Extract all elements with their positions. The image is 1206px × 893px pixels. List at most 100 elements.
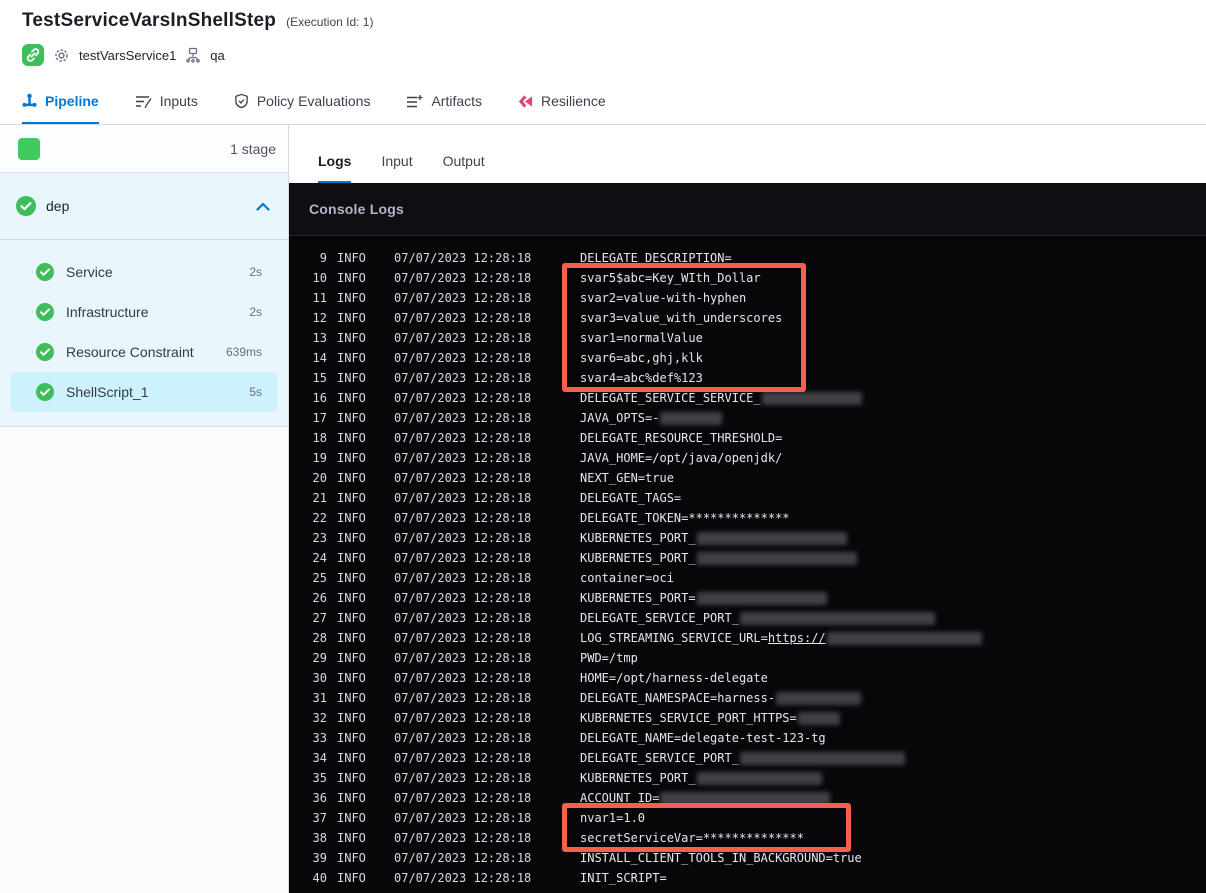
success-check-icon (36, 263, 54, 281)
log-level: INFO (337, 811, 366, 825)
tab-output[interactable]: Output (443, 153, 485, 183)
log-message: svar3=value_with_underscores (580, 311, 782, 325)
environment-name[interactable]: qa (210, 48, 224, 63)
log-level: INFO (337, 491, 366, 505)
log-line: 24 INFO 07/07/2023 12:28:18 KUBERNETES_PORT… (289, 548, 1206, 568)
log-line: 25 INFO 07/07/2023 12:28:18 container=oci (289, 568, 1206, 588)
chevron-up-icon[interactable] (256, 202, 270, 211)
log-message: KUBERNETES_SERVICE_PORT_HTTPS= (580, 711, 840, 725)
log-timestamp: 07/07/2023 12:28:18 (394, 291, 532, 305)
tab-artifacts[interactable]: Artifacts (406, 82, 482, 124)
log-line-number: 29 (312, 651, 327, 665)
tab-policy-evaluations[interactable]: Policy Evaluations (234, 82, 371, 124)
log-line: 19 INFO 07/07/2023 12:28:18 JAVA_HOME=/opt/… (289, 448, 1206, 468)
artifacts-icon (406, 94, 423, 108)
log-timestamp: 07/07/2023 12:28:18 (394, 751, 532, 765)
log-text: JAVA_HOME=/opt/java/openjdk/ (580, 451, 783, 465)
step-row-infrastructure[interactable]: Infrastructure 2s (10, 292, 278, 332)
log-text: container=oci (580, 571, 674, 585)
log-line: 12 INFO 07/07/2023 12:28:18 svar3=value_wit… (289, 308, 1206, 328)
log-text: KUBERNETES_SERVICE_PORT_HTTPS= (580, 711, 797, 725)
log-line: 38 INFO 07/07/2023 12:28:18 secretServiceVa… (289, 828, 1206, 848)
log-level: INFO (337, 791, 366, 805)
log-timestamp: 07/07/2023 12:28:18 (394, 811, 532, 825)
gear-icon[interactable] (53, 47, 70, 64)
log-level: INFO (337, 311, 366, 325)
log-line-number: 12 (312, 311, 327, 325)
tab-resilience[interactable]: Resilience (518, 82, 606, 124)
log-line-number: 25 (312, 571, 327, 585)
log-timestamp: 07/07/2023 12:28:18 (394, 351, 532, 365)
tab-pipeline[interactable]: Pipeline (22, 82, 99, 124)
log-line: 34 INFO 07/07/2023 12:28:18 DELEGATE_SERVIC… (289, 748, 1206, 768)
tab-logs[interactable]: Logs (318, 153, 352, 183)
log-message: DELEGATE_SERVICE_SERVICE_ (580, 391, 862, 405)
step-label: Service (66, 264, 113, 280)
log-level: INFO (337, 391, 366, 405)
pipeline-icon (22, 93, 37, 109)
log-text: DELEGATE_DESCRIPTION= (580, 251, 732, 265)
log-level: INFO (337, 611, 366, 625)
log-timestamp: 07/07/2023 12:28:18 (394, 731, 532, 745)
stage-status-square[interactable] (18, 137, 40, 160)
log-line-number: 11 (312, 291, 327, 305)
console-log-list[interactable]: 9 INFO 07/07/2023 12:28:18 DELEGATE_DESCRIP… (289, 236, 1206, 893)
log-line: 18 INFO 07/07/2023 12:28:18 DELEGATE_RESOUR… (289, 428, 1206, 448)
log-line-number: 15 (312, 371, 327, 385)
log-line-number: 23 (312, 531, 327, 545)
stage-group-label: dep (46, 198, 70, 214)
log-line: 11 INFO 07/07/2023 12:28:18 svar2=value-wit… (289, 288, 1206, 308)
log-line: 9 INFO 07/07/2023 12:28:18 DELEGATE_DESCRIP… (289, 248, 1206, 268)
log-line-number: 21 (312, 491, 327, 505)
stage-count-label: 1 stage (230, 140, 276, 157)
tab-input[interactable]: Input (381, 153, 412, 183)
log-level: INFO (337, 691, 366, 705)
tab-pipeline-label: Pipeline (45, 93, 99, 109)
stage-group-dep[interactable]: dep (0, 173, 288, 240)
log-message: DELEGATE_TOKEN=************** (580, 511, 790, 525)
log-message: INSTALL_CLIENT_TOOLS_IN_BACKGROUND=true (580, 851, 862, 865)
log-text: svar5$abc=Key_WIth_Dollar (580, 271, 761, 285)
console: Console Logs 9 INFO 07/07/2023 12:28:18 DEL… (289, 183, 1206, 893)
log-message: LOG_STREAMING_SERVICE_URL= https:// (580, 631, 982, 645)
log-timestamp: 07/07/2023 12:28:18 (394, 631, 532, 645)
redacted-text (761, 391, 862, 405)
log-timestamp: 07/07/2023 12:28:18 (394, 251, 532, 265)
log-text: LOG_STREAMING_SERVICE_URL= (580, 631, 768, 645)
cd-module-icon (22, 44, 44, 66)
log-level: INFO (337, 251, 366, 265)
log-line-number: 16 (312, 391, 327, 405)
log-line-number: 18 (312, 431, 327, 445)
log-timestamp: 07/07/2023 12:28:18 (394, 611, 532, 625)
log-message: svar6=abc,ghj,klk (580, 351, 703, 365)
step-row-service[interactable]: Service 2s (10, 252, 278, 292)
redacted-text (696, 551, 857, 565)
log-tab-bar: Logs Input Output (289, 125, 1206, 183)
log-link[interactable]: https:// (768, 631, 826, 645)
log-message: ACCOUNT_ID= (580, 791, 831, 805)
log-level: INFO (337, 431, 366, 445)
redacted-text (660, 791, 831, 805)
log-message: container=oci (580, 571, 674, 585)
log-timestamp: 07/07/2023 12:28:18 (394, 311, 532, 325)
tab-policy-evaluations-label: Policy Evaluations (256, 93, 371, 109)
log-level: INFO (337, 671, 366, 685)
tab-inputs[interactable]: Inputs (135, 82, 198, 124)
log-line-number: 33 (312, 731, 327, 745)
page-header: TestServiceVarsInShellStep (Execution Id… (0, 0, 1206, 82)
log-timestamp: 07/07/2023 12:28:18 (394, 671, 532, 685)
log-timestamp: 07/07/2023 12:28:18 (394, 851, 532, 865)
log-message: INIT_SCRIPT= (580, 871, 667, 885)
step-list: Service 2s Infrastructure 2s Resource Co… (0, 240, 288, 427)
log-level: INFO (337, 631, 366, 645)
log-line-number: 20 (312, 471, 327, 485)
redacted-text (696, 531, 847, 545)
service-name[interactable]: testVarsService1 (79, 48, 176, 63)
step-row-resource-constraint[interactable]: Resource Constraint 639ms (10, 332, 278, 372)
log-text: KUBERNETES_PORT_ (580, 551, 696, 565)
log-text: INSTALL_CLIENT_TOOLS_IN_BACKGROUND=true (580, 851, 862, 865)
log-line-number: 34 (312, 751, 327, 765)
step-row-shellscript-1[interactable]: ShellScript_1 5s (10, 372, 278, 412)
log-line: 30 INFO 07/07/2023 12:28:18 HOME=/opt/harne… (289, 668, 1206, 688)
log-text: KUBERNETES_PORT_ (580, 531, 696, 545)
